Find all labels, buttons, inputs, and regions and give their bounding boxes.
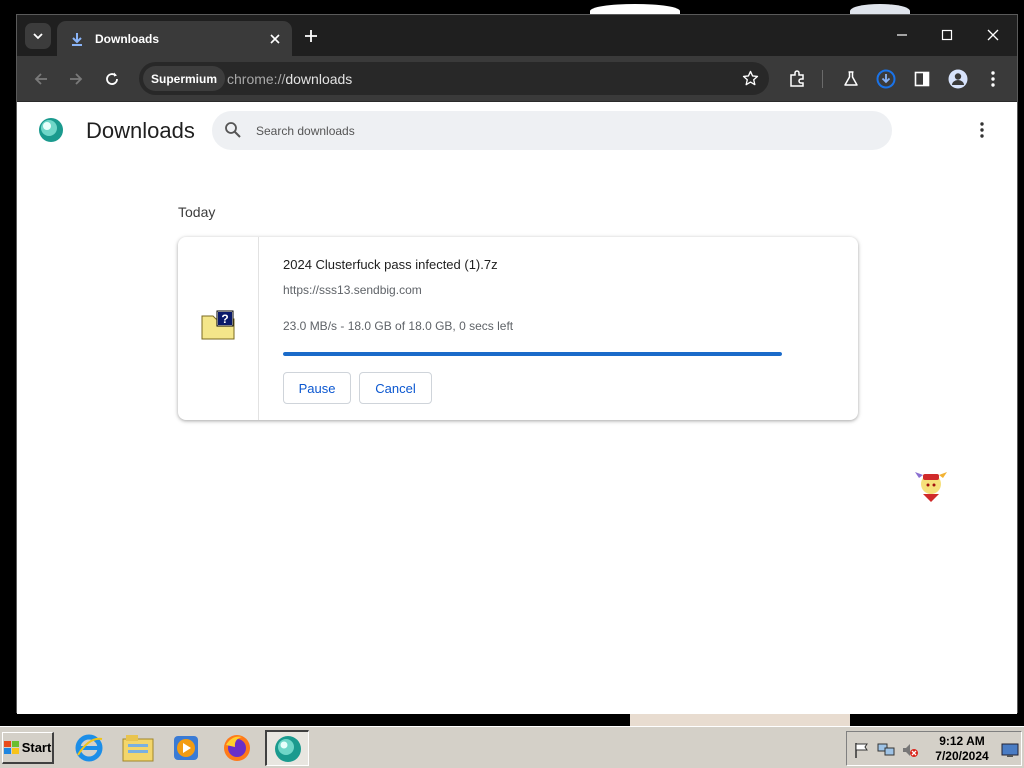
extensions-button[interactable] [783,65,811,93]
page-title: Downloads [86,118,195,143]
tab-downloads[interactable]: Downloads [57,21,292,56]
search-bar[interactable] [212,111,892,150]
clock-time: 9:12 AM [939,734,985,748]
firefox-icon [224,735,250,761]
downloads-page: Downloads Today ? 2024 Clusterfuck pass … [17,102,1017,714]
folder-icon [122,735,154,762]
page-menu-button[interactable] [970,118,994,142]
browser-toolbar: Supermium chrome://downloads [17,56,1017,102]
browser-menu-button[interactable] [979,65,1007,93]
title-bar: Downloads [17,15,1017,56]
pause-button[interactable]: Pause [283,372,351,404]
back-button[interactable] [27,65,55,93]
puzzle-icon [790,70,804,87]
more-vertical-icon [980,122,984,138]
bookmark-button[interactable] [739,67,761,89]
taskbar: Start 9:12 AM 7/20/2024 [0,726,1024,768]
downloads-button[interactable] [872,65,900,93]
star-icon [742,70,758,85]
download-item: ? 2024 Clusterfuck pass infected (1).7z … [178,237,858,420]
source-url[interactable]: https://sss13.sendbig.com [283,283,422,297]
minimize-icon [897,34,907,36]
labs-button[interactable] [837,65,865,93]
clock-date: 7/20/2024 [935,749,989,763]
start-label: Start [21,740,52,755]
search-input[interactable] [256,111,856,150]
supermium-icon [274,735,301,762]
maximize-icon [941,29,953,41]
minimize-button[interactable] [880,21,924,49]
more-vertical-icon [991,71,995,87]
new-tab-button[interactable] [299,24,323,48]
avatar-icon [948,69,968,89]
flag-icon[interactable] [853,741,871,759]
reload-icon [106,72,118,85]
show-desktop-icon[interactable] [1001,741,1019,759]
mascot-sticker-icon [915,472,947,502]
chevron-down-icon [33,33,43,40]
side-panel-button[interactable] [908,65,936,93]
taskbar-file-explorer[interactable] [116,730,160,766]
unknown-file-icon: ? [201,310,235,340]
reload-button[interactable] [98,65,126,93]
cancel-button[interactable]: Cancel [359,372,432,404]
download-progress-icon [876,69,896,89]
address-bar[interactable]: Supermium chrome://downloads [139,62,769,95]
taskbar-internet-explorer[interactable] [67,730,111,766]
taskbar-supermium[interactable] [265,730,309,766]
profile-button[interactable] [944,65,972,93]
wallpaper-shape [630,712,850,726]
url-scheme: chrome:// [227,70,286,87]
browser-window: Downloads Supermium chrome:// downloads … [16,14,1018,714]
plus-icon [305,30,317,42]
forward-button[interactable] [62,65,90,93]
media-player-icon [174,736,198,760]
arrow-left-icon [34,73,47,85]
arrow-right-icon [70,73,83,85]
svg-text:?: ? [221,312,228,326]
url-text[interactable]: chrome://downloads [227,62,352,95]
search-icon [225,122,241,138]
file-icon-column: ? [178,237,259,420]
progress-bar [283,352,782,356]
side-panel-icon [914,71,930,87]
tab-title: Downloads [95,31,160,46]
windows-logo-icon [3,740,19,754]
download-icon [69,31,85,47]
taskbar-firefox[interactable] [215,730,259,766]
system-clock[interactable]: 9:12 AM 7/20/2024 [927,734,997,764]
download-status: 23.0 MB/s - 18.0 GB of 18.0 GB, 0 secs l… [283,319,514,333]
maximize-button[interactable] [925,21,969,49]
flask-icon [844,71,858,86]
file-name[interactable]: 2024 Clusterfuck pass infected (1).7z [283,257,498,272]
network-icon[interactable] [877,741,895,759]
toolbar-divider [822,70,823,88]
close-window-button[interactable] [971,21,1015,49]
progress-fill [283,352,782,356]
date-heading: Today [178,204,216,220]
tab-search-button[interactable] [25,23,51,49]
system-tray: 9:12 AM 7/20/2024 [846,731,1022,766]
taskbar-media-player[interactable] [164,730,208,766]
close-icon [987,29,999,41]
browser-logo-icon [39,118,63,142]
close-tab-button[interactable] [264,28,286,50]
url-path: downloads [285,70,353,87]
volume-muted-icon[interactable] [901,741,919,759]
internet-explorer-icon [75,734,103,762]
start-button[interactable]: Start [2,732,54,764]
close-icon [270,33,280,44]
browser-chip[interactable]: Supermium [143,66,226,91]
